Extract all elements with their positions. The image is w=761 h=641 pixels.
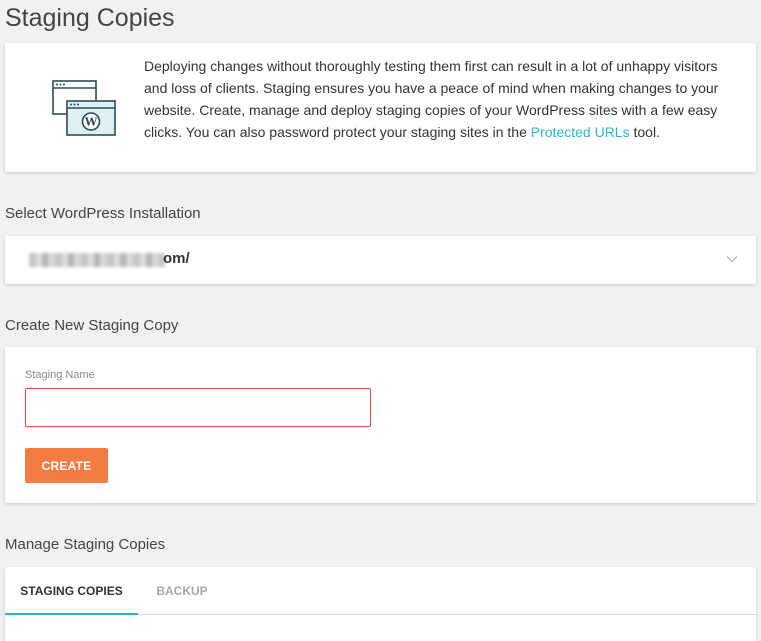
staging-windows-wordpress-icon: W xyxy=(52,80,116,136)
wordpress-installation-select[interactable]: om/ xyxy=(5,236,756,284)
page-title: Staging Copies xyxy=(5,4,175,32)
staging-name-input[interactable] xyxy=(25,388,371,427)
manage-section-title: Manage Staging Copies xyxy=(5,536,166,553)
protected-urls-link[interactable]: Protected URLs xyxy=(531,124,630,140)
info-suffix: tool. xyxy=(629,124,660,140)
select-section-title: Select WordPress Installation xyxy=(5,205,201,222)
blurred-domain xyxy=(29,253,165,267)
info-card: W Deploying changes without thoroughly t… xyxy=(5,43,756,172)
chevron-down-icon[interactable] xyxy=(726,255,738,263)
tabs-bar: STAGING COPIES BACKUP xyxy=(5,567,756,615)
svg-text:W: W xyxy=(84,116,98,129)
tab-staging-copies[interactable]: STAGING COPIES xyxy=(5,567,138,615)
staging-name-label: Staging Name xyxy=(25,369,95,381)
create-section-title: Create New Staging Copy xyxy=(5,317,179,334)
select-value: om/ xyxy=(163,250,190,267)
create-button[interactable]: CREATE xyxy=(25,448,108,483)
create-staging-card: Staging Name CREATE xyxy=(5,347,756,503)
info-description: Deploying changes without thoroughly tes… xyxy=(144,55,734,143)
tab-backup[interactable]: BACKUP xyxy=(138,567,226,615)
manage-staging-card: STAGING COPIES BACKUP xyxy=(5,567,756,641)
